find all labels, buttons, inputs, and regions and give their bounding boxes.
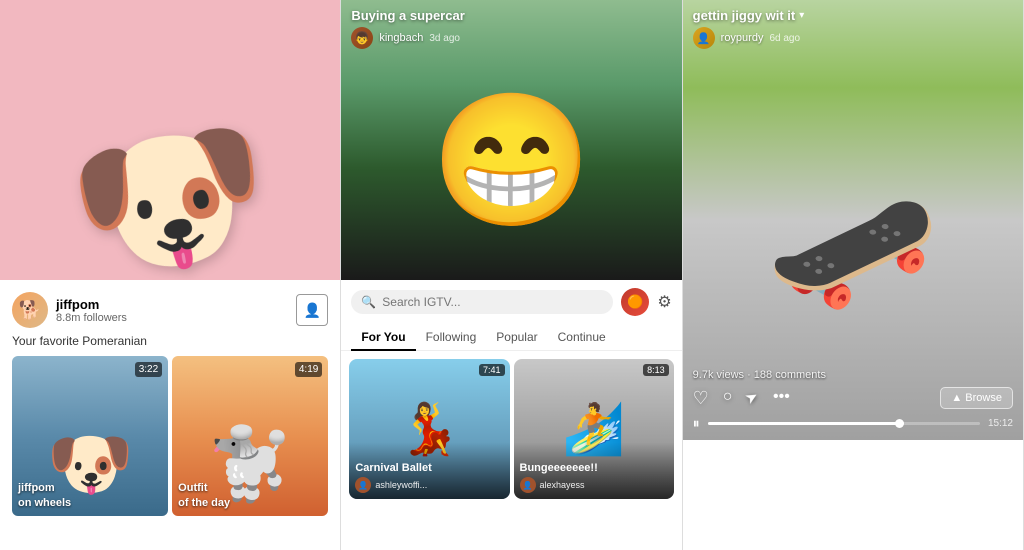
video-progress-bar[interactable]: [708, 422, 980, 425]
avatar: 🐕: [12, 292, 48, 328]
tab-popular[interactable]: Popular: [486, 324, 547, 350]
panel2-creator-name: kingbach: [379, 32, 423, 44]
video1-title: jiffpomon wheels: [18, 481, 71, 510]
mini-thumb1-duration: 7:41: [479, 364, 505, 376]
panel2-video-emoji: 😁: [431, 84, 593, 237]
browse-button[interactable]: ▲ Browse: [940, 387, 1013, 409]
profile-section: 🐕 jiffpom 8.8m followers 👤 Your favorite…: [0, 280, 340, 524]
browse-label: ▲ Browse: [951, 392, 1002, 404]
video-thumb-2[interactable]: 🐩 4:19 Outfitof the day: [172, 356, 328, 516]
panel2-creator-row: 👦 kingbach 3d ago: [351, 27, 671, 49]
panel2-time-ago: 3d ago: [429, 33, 460, 44]
follow-icon: 👤: [304, 302, 321, 319]
mini-thumb1-creator-name: ashleywoffi...: [375, 480, 427, 490]
search-icon: 🔍: [361, 295, 376, 309]
profile-row: 🐕 jiffpom 8.8m followers 👤: [12, 292, 328, 328]
video2-title: Outfitof the day: [178, 481, 230, 510]
mini-thumb-2[interactable]: 🏄 8:13 Bungeeeeeee!! 👤 alexhayess: [514, 359, 674, 499]
search-bar-row: 🔍 🟠 ⚙: [341, 280, 681, 324]
video-thumb-1[interactable]: 🐶 3:22 jiffpomon wheels: [12, 356, 168, 516]
mini-thumb1-title: Carnival Ballet: [355, 462, 503, 474]
profile-bio: Your favorite Pomeranian: [12, 334, 328, 348]
mini-thumb2-creator-avatar: 👤: [520, 477, 536, 493]
profile-text: jiffpom 8.8m followers: [56, 297, 127, 324]
profile-followers: 8.8m followers: [56, 312, 127, 324]
settings-icon[interactable]: ⚙: [657, 292, 671, 312]
panel3-title-row: gettin jiggy wit it ▾: [693, 8, 1013, 23]
tab-continue[interactable]: Continue: [548, 324, 616, 350]
tab-following[interactable]: Following: [416, 324, 487, 350]
mini-thumb2-duration: 8:13: [643, 364, 669, 376]
tab-for-you[interactable]: For You: [351, 324, 415, 350]
panel3-time-ago: 6d ago: [769, 33, 800, 44]
mini-thumb2-info: Bungeeeeeee!! 👤 alexhayess: [514, 442, 674, 499]
mini-thumb-1[interactable]: 💃 7:41 Carnival Ballet 👤 ashleywoffi...: [349, 359, 509, 499]
video-duration: 15:12: [988, 418, 1013, 429]
panel2-main-video[interactable]: Buying a supercar 👦 kingbach 3d ago 😁: [341, 0, 681, 280]
panel3-creator-name: roypurdy: [721, 32, 764, 44]
mini-thumb2-creator-name: alexhayess: [540, 480, 585, 490]
panel3-comments: 188 comments: [754, 369, 826, 381]
panel3-video-header: gettin jiggy wit it ▾ 👤 roypurdy 6d ago: [683, 0, 1023, 57]
profile-info: 🐕 jiffpom 8.8m followers: [12, 292, 127, 328]
comment-icon[interactable]: ○: [723, 388, 733, 409]
panel3-main-video[interactable]: gettin jiggy wit it ▾ 👤 roypurdy 6d ago …: [683, 0, 1023, 440]
dog-emoji: 🐶: [58, 104, 282, 280]
share-icon[interactable]: ➤: [742, 386, 763, 410]
video2-duration: 4:19: [295, 362, 322, 377]
dog-image: 🐶: [70, 30, 270, 280]
mini-thumb2-creator-row: 👤 alexhayess: [520, 477, 668, 493]
panel3-stats: 9.7k views · 188 comments: [693, 369, 1013, 381]
chevron-down-icon: ▾: [799, 10, 804, 21]
panel3-views: 9.7k views: [693, 369, 744, 381]
panel2-creator-avatar: 👦: [351, 27, 373, 49]
more-options-icon[interactable]: •••: [773, 388, 790, 409]
avatar-emoji: 🐕: [19, 300, 41, 321]
panel3-video-title: gettin jiggy wit it: [693, 8, 796, 23]
panel1-hero-image: 🐶: [0, 0, 340, 280]
panel3-bottom-bar: 9.7k views · 188 comments ♡ ○ ➤ ••• ▲ Br…: [683, 363, 1023, 440]
panel-igtv: Buying a supercar 👦 kingbach 3d ago 😁 🔍 …: [341, 0, 682, 550]
search-box[interactable]: 🔍: [351, 290, 613, 314]
panel2-video-title: Buying a supercar: [351, 8, 671, 23]
panel3-left-actions: ♡ ○ ➤ •••: [693, 388, 790, 409]
progress-fill: [708, 422, 904, 425]
profile-username: jiffpom: [56, 297, 127, 312]
like-icon[interactable]: ♡: [693, 388, 709, 409]
mini-thumb1-info: Carnival Ballet 👤 ashleywoffi...: [349, 442, 509, 499]
panel2-video-header: Buying a supercar 👦 kingbach 3d ago: [341, 0, 681, 57]
panel-jiffpom: 🐶 🐕 jiffpom 8.8m followers 👤 Your favori…: [0, 0, 341, 550]
thumbnails-row: 💃 7:41 Carnival Ballet 👤 ashleywoffi... …: [341, 351, 681, 507]
mini-thumb1-creator-avatar: 👤: [355, 477, 371, 493]
panel3-actions-row: ♡ ○ ➤ ••• ▲ Browse: [693, 387, 1013, 409]
progress-handle[interactable]: [895, 419, 904, 428]
panel3-creator-row: 👤 roypurdy 6d ago: [693, 27, 1013, 49]
search-input[interactable]: [382, 295, 603, 309]
panel-skateboard: gettin jiggy wit it ▾ 👤 roypurdy 6d ago …: [683, 0, 1024, 550]
igtv-user-avatar[interactable]: 🟠: [621, 288, 649, 316]
follow-button[interactable]: 👤: [296, 294, 328, 326]
pause-icon[interactable]: ⏸: [693, 415, 700, 432]
progress-row: ⏸ 15:12: [693, 415, 1013, 432]
panel3-video-emoji: 🛹: [766, 168, 940, 332]
panel3-creator-avatar: 👤: [693, 27, 715, 49]
video-grid: 🐶 3:22 jiffpomon wheels 🐩 4:19 Outfitof …: [12, 356, 328, 516]
video1-duration: 3:22: [135, 362, 162, 377]
mini-thumb2-title: Bungeeeeeee!!: [520, 462, 668, 474]
tabs-row: For You Following Popular Continue: [341, 324, 681, 351]
mini-thumb1-creator-row: 👤 ashleywoffi...: [355, 477, 503, 493]
